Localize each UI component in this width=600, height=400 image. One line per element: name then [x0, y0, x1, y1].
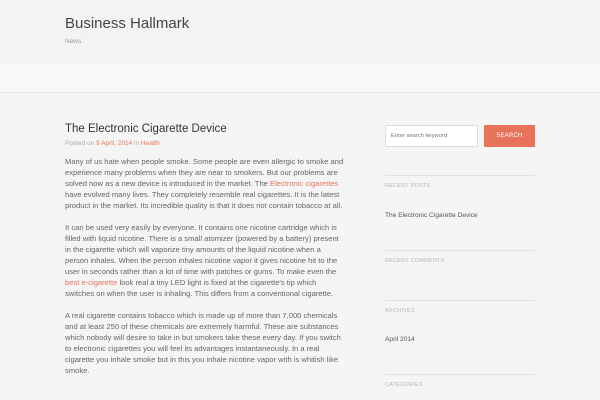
post-meta: Posted on 9 April, 2014 in Health [65, 140, 160, 147]
recent-posts-heading: RECENT POSTS [385, 183, 431, 189]
electronic-cigarettes-link[interactable]: Electronic cigarettes [270, 179, 338, 188]
archives-heading: ARCHIVES [385, 308, 415, 314]
post-title[interactable]: The Electronic Cigarette Device [65, 123, 227, 135]
navigation-bar [0, 64, 600, 93]
recent-comments-heading: RECENT COMMENTS [385, 258, 445, 264]
widget-divider [385, 300, 535, 301]
search-button[interactable]: SEARCH [484, 125, 535, 147]
post-date-link[interactable]: 9 April, 2014 [96, 140, 132, 147]
post-meta-prefix: Posted on [65, 140, 95, 147]
paragraph-text: have evolved many lives. They completely… [65, 190, 343, 210]
post-paragraph: A real cigarette contains tobacco which … [65, 311, 341, 375]
widget-divider [385, 250, 535, 251]
post-paragraph: It can be used very easily by everyone. … [65, 222, 345, 299]
categories-heading: CATEGORIES [385, 382, 423, 388]
site-header: Business Hallmark News [0, 0, 600, 65]
site-description: News [65, 38, 82, 45]
widget-divider [385, 175, 535, 176]
post-category-link[interactable]: Health [141, 140, 160, 147]
widget-divider [385, 374, 535, 375]
post-meta-in: in [134, 140, 140, 147]
site-title[interactable]: Business Hallmark [65, 15, 189, 32]
best-e-cigarette-link[interactable]: best e-cigarette [65, 278, 117, 287]
recent-post-link[interactable]: The Electronic Cigarette Device [385, 212, 478, 219]
post-paragraph: Many of us hate when people smoke. Some … [65, 156, 345, 211]
archive-link[interactable]: April 2014 [385, 336, 415, 343]
post-body: Many of us hate when people smoke. Some … [65, 156, 345, 387]
paragraph-text: It can be used very easily by everyone. … [65, 223, 339, 276]
search-input[interactable] [385, 125, 478, 147]
